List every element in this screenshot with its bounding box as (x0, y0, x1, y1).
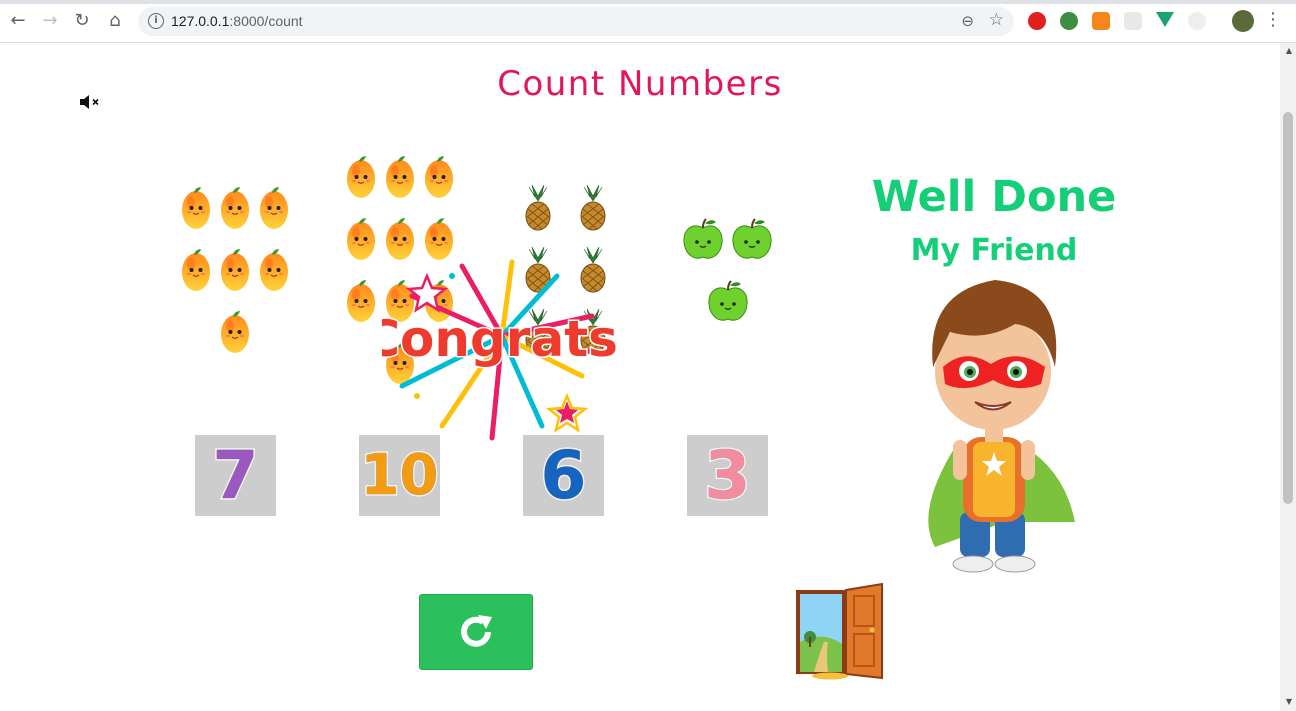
number-card-2[interactable]: 10 (359, 435, 440, 516)
home-icon[interactable]: ⌂ (105, 11, 125, 31)
mango-icon (424, 217, 454, 261)
number-label: 6 (539, 436, 588, 516)
mango-icon (346, 279, 376, 323)
extension-grid-icon[interactable] (1124, 12, 1142, 30)
pineapple-icon (520, 185, 556, 231)
url-host: 127.0.0.1 (171, 13, 230, 29)
extension-adblock-icon[interactable] (1028, 12, 1046, 30)
mango-icon (424, 155, 454, 199)
door-icon[interactable] (792, 582, 890, 680)
site-info-icon[interactable]: i (148, 13, 164, 29)
mango-icon (220, 248, 250, 292)
apple-icon (731, 216, 773, 262)
number-label: 3 (703, 436, 752, 516)
extension-vue-icon[interactable] (1156, 12, 1174, 27)
extension-globe-icon[interactable] (1060, 12, 1078, 30)
speaker-mute-icon[interactable] (79, 94, 101, 110)
number-card-1[interactable]: 7 (195, 435, 276, 516)
reload-page-icon[interactable]: ↻ (72, 11, 92, 31)
mango-icon (220, 310, 250, 354)
bookmark-star-icon[interactable]: ☆ (989, 10, 1004, 30)
forward-icon[interactable]: → (40, 11, 60, 31)
zoom-icon[interactable]: ⊖ (961, 12, 974, 30)
number-label: 10 (359, 442, 440, 510)
restart-button[interactable] (419, 594, 533, 670)
well-done-heading: Well Done (871, 172, 1117, 222)
address-bar[interactable]: i 127.0.0.1:8000/count ⊖ ☆ (138, 7, 1014, 36)
browser-toolbar: ← → ↻ ⌂ i 127.0.0.1:8000/count ⊖ ☆ ⋮ (0, 0, 1296, 43)
reload-icon (461, 615, 492, 647)
mango-icon (259, 186, 289, 230)
url-text: 127.0.0.1:8000/count (171, 13, 303, 29)
mango-icon (181, 186, 211, 230)
back-icon[interactable]: ← (8, 11, 28, 31)
mango-icon (346, 155, 376, 199)
my-friend-heading: My Friend (910, 233, 1078, 268)
apple-icon (682, 216, 724, 262)
superhero-kid-image (928, 280, 1075, 573)
extension-clock-icon[interactable] (1188, 12, 1206, 30)
profile-avatar[interactable] (1232, 10, 1254, 32)
mango-icon (346, 217, 376, 261)
page-title: Count Numbers (497, 64, 783, 104)
mango-icon (259, 248, 289, 292)
number-card-4[interactable]: 3 (687, 435, 768, 516)
scrollbar-thumb[interactable] (1283, 112, 1293, 504)
mango-icon (181, 248, 211, 292)
congrats-burst-image: Congrats! (382, 259, 622, 441)
mango-icon (220, 186, 250, 230)
number-card-3[interactable]: 6 (523, 435, 604, 516)
url-path: :8000/count (229, 13, 303, 29)
number-label: 7 (211, 436, 260, 516)
mango-icon (385, 155, 415, 199)
tab-strip-edge (0, 0, 1296, 4)
scroll-down-icon[interactable]: ▼ (1286, 697, 1292, 706)
apple-icon (707, 278, 749, 324)
browser-menu-icon[interactable]: ⋮ (1264, 10, 1282, 30)
scroll-up-icon[interactable]: ▲ (1286, 46, 1292, 55)
pineapple-icon (575, 185, 611, 231)
mango-icon (385, 217, 415, 261)
congrats-text: Congrats! (382, 310, 622, 368)
extension-fox-icon[interactable] (1092, 12, 1110, 30)
